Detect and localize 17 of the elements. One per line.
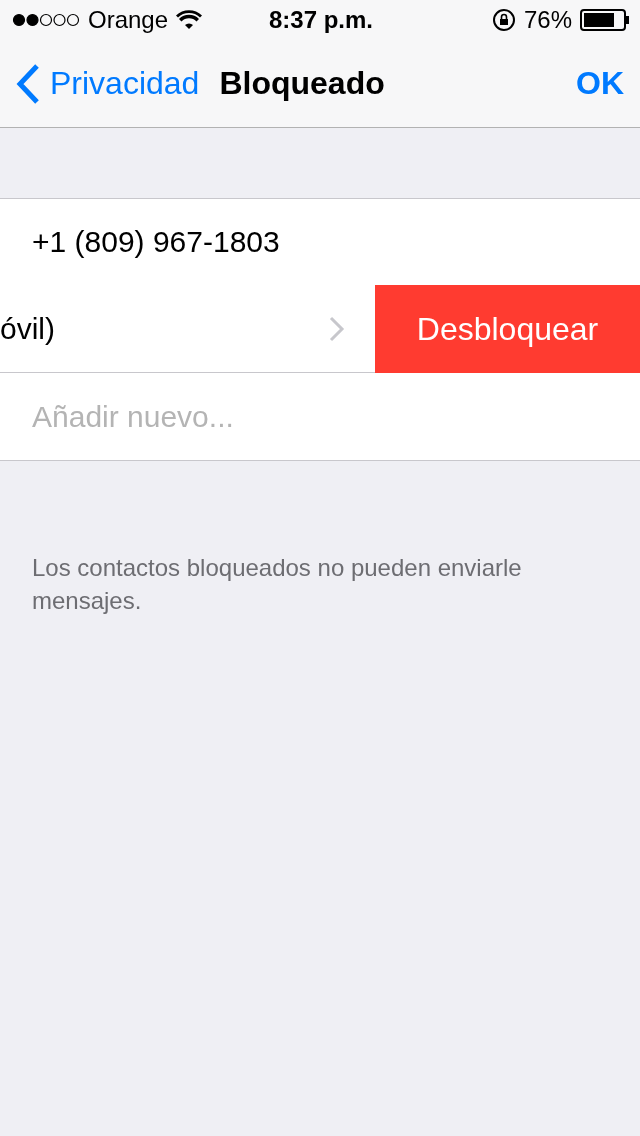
- footer-note: Los contactos bloqueados no pueden enviarle mensajes.: [32, 553, 523, 616]
- battery-icon: [580, 9, 630, 31]
- back-chevron-icon: [16, 63, 40, 104]
- chevron-icon: [329, 315, 345, 342]
- signal-icon: [12, 13, 80, 27]
- carrier-name: Orange: [88, 6, 169, 34]
- wifi-icon: [176, 10, 203, 30]
- ok-button[interactable]: OK: [576, 65, 624, 102]
- status-time: 8:37 p.m.: [269, 6, 374, 34]
- battery-percent: 76%: [523, 6, 572, 34]
- rotation-lock-icon: [491, 8, 516, 32]
- nav-title: Bloqueado: [219, 65, 386, 102]
- add-new-label[interactable]: Añadir nuevo...: [32, 399, 234, 434]
- phone-number: +1 (809) 967-1803: [31, 224, 281, 260]
- back-button[interactable]: Privacidad: [16, 63, 200, 104]
- unblock-button[interactable]: Desbloquear: [375, 285, 640, 373]
- contact-label: óvil): [0, 311, 56, 346]
